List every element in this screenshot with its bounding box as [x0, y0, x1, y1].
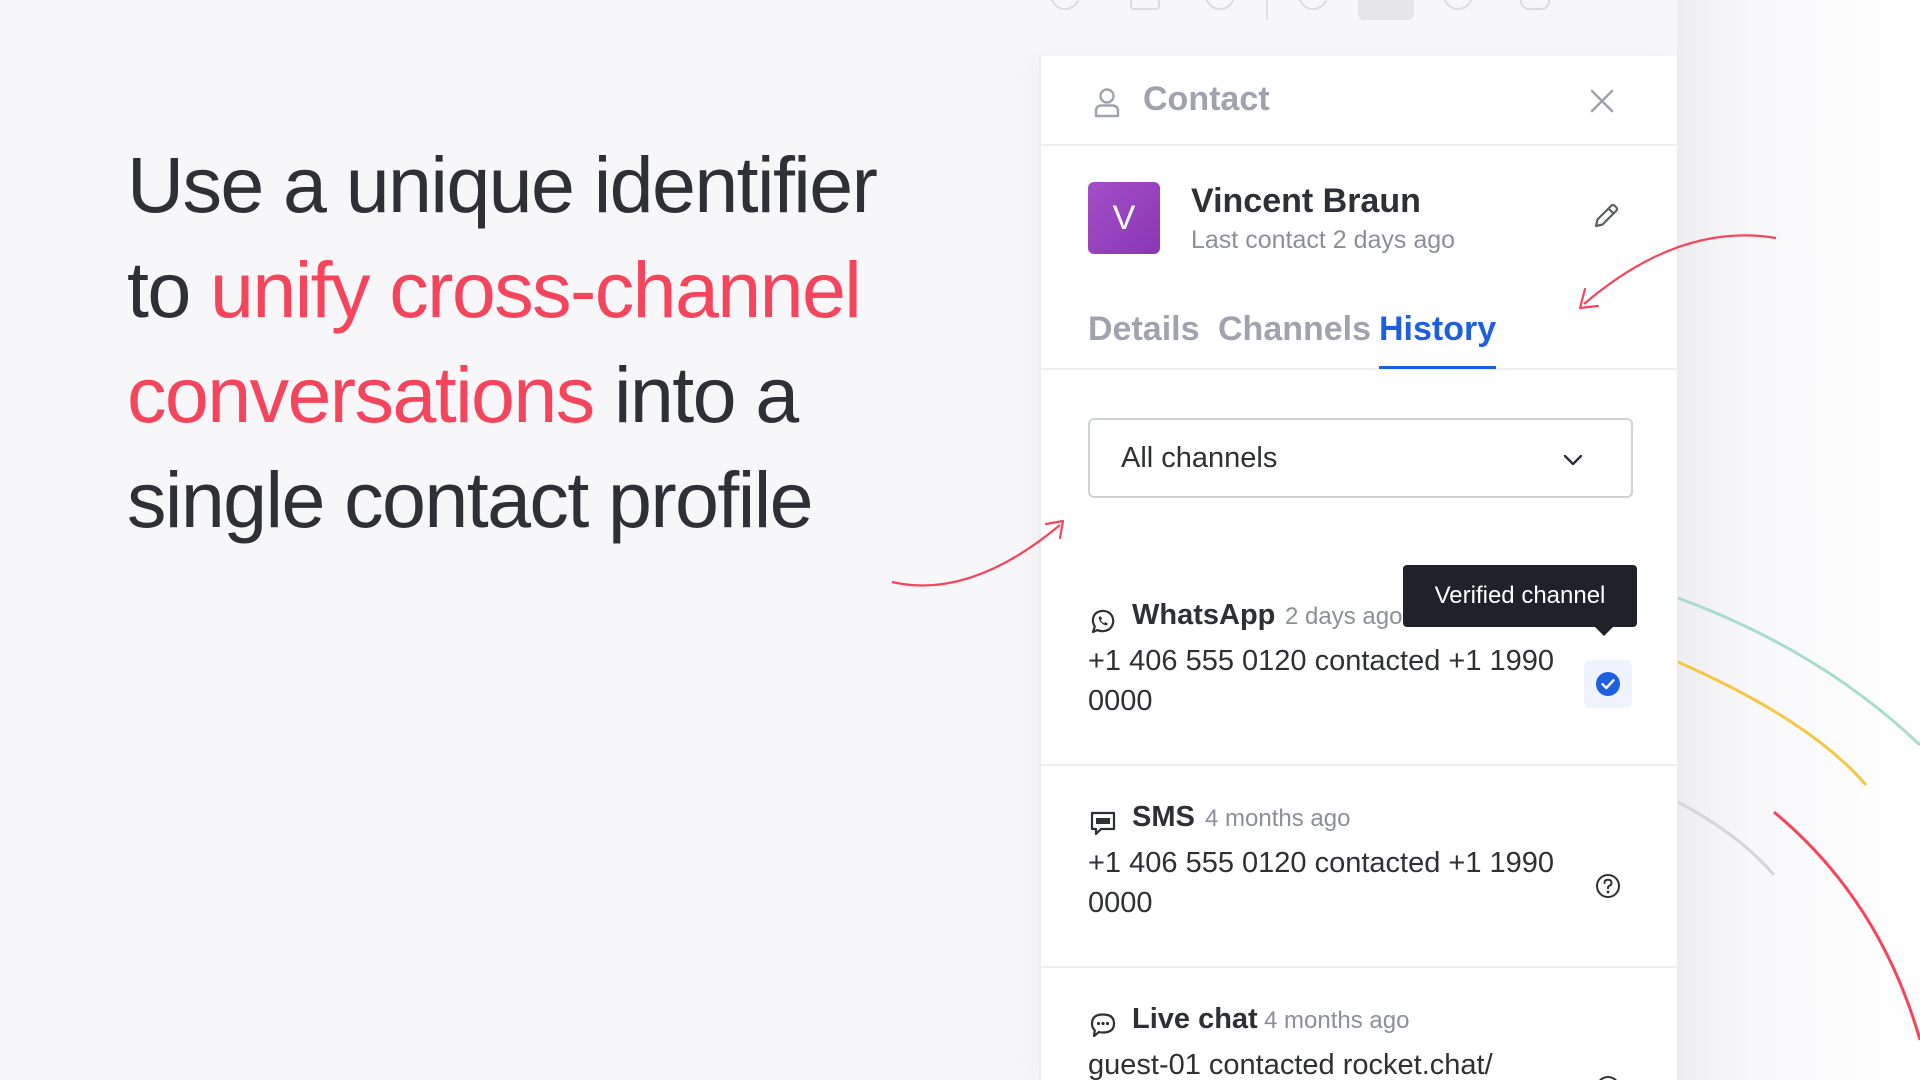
- channel-filter-select[interactable]: All channels: [1088, 418, 1633, 498]
- headline: Use a unique identifier to unify cross-c…: [127, 132, 967, 552]
- headline-highlight: unify cross-channel: [210, 245, 862, 334]
- stage: Use a unique identifier to unify cross-c…: [0, 0, 1920, 1080]
- tab-details[interactable]: Details: [1088, 310, 1200, 349]
- question-circle-icon: [1599, 1076, 1617, 1080]
- unverified-status-button[interactable]: [1584, 1064, 1632, 1080]
- headline-line-4: single contact profile: [127, 455, 814, 544]
- pencil-icon[interactable]: [1589, 199, 1623, 233]
- sms-icon: [1090, 811, 1116, 836]
- toolbar-separator: [1266, 0, 1268, 20]
- panel-title: Contact: [1143, 80, 1270, 118]
- headline-text: to: [127, 245, 211, 334]
- history-time: 4 months ago: [1205, 805, 1351, 832]
- toolbar-file-icon[interactable]: [1130, 0, 1160, 10]
- question-circle-icon: [1596, 874, 1620, 898]
- history-channel-name: SMS: [1132, 801, 1195, 833]
- top-toolbar: [1040, 0, 1600, 26]
- verified-status-button[interactable]: [1584, 660, 1632, 708]
- headline-line-3: conversations into a: [127, 342, 967, 447]
- verified-check-icon: [1596, 672, 1620, 696]
- avatar: V: [1088, 182, 1160, 254]
- background-fade: [1677, 0, 1920, 1080]
- toolbar-search-icon[interactable]: [1443, 0, 1473, 10]
- history-item-live-chat[interactable]: Live chat 4 months ago guest-01 contacte…: [1041, 970, 1679, 1080]
- close-icon[interactable]: [1587, 86, 1617, 116]
- panel-header: Contact: [1041, 56, 1679, 146]
- tab-channels[interactable]: Channels: [1218, 310, 1371, 349]
- live-chat-icon: [1090, 1013, 1116, 1038]
- headline-highlight: conversations: [127, 350, 595, 439]
- history-time: 4 months ago: [1264, 1007, 1410, 1034]
- history-channel-name: Live chat: [1132, 1003, 1258, 1035]
- verified-channel-tooltip: Verified channel: [1403, 565, 1637, 636]
- history-description: +1 406 555 0120 contacted +1 1990 0000: [1088, 645, 1555, 717]
- history-item-sms[interactable]: SMS 4 months ago +1 406 555 0120 contact…: [1041, 768, 1679, 968]
- history-time: 2 days ago: [1285, 603, 1403, 630]
- channel-filter-value: All channels: [1121, 442, 1278, 474]
- toolbar-circle-icon[interactable]: [1205, 0, 1235, 10]
- chevron-down-icon: [1563, 454, 1583, 466]
- toolbar-info-icon[interactable]: [1298, 0, 1328, 10]
- tabs: Details Channels History: [1041, 306, 1679, 370]
- toolbar-user-icon[interactable]: [1050, 0, 1080, 10]
- headline-line-1: Use a unique identifier: [127, 140, 878, 229]
- history-description: guest-01 contacted rocket.chat/ livechat: [1088, 1049, 1493, 1080]
- active-tab-indicator: [1379, 366, 1496, 369]
- tab-history[interactable]: History: [1379, 310, 1496, 349]
- last-contact-text: Last contact 2 days ago: [1191, 226, 1456, 254]
- history-channel-name: WhatsApp: [1132, 599, 1276, 631]
- headline-text: into a: [593, 350, 799, 439]
- headline-line-2: to unify cross-channel: [127, 237, 967, 342]
- whatsapp-icon: [1091, 609, 1115, 634]
- history-description: +1 406 555 0120 contacted +1 1990 0000: [1088, 847, 1555, 919]
- toolbar-attachment-icon[interactable]: [1520, 0, 1550, 10]
- contact-name: Vincent Braun: [1191, 182, 1421, 220]
- toolbar-contact-button[interactable]: [1358, 0, 1414, 20]
- unverified-status-button[interactable]: [1584, 862, 1632, 910]
- user-icon: [1094, 88, 1120, 118]
